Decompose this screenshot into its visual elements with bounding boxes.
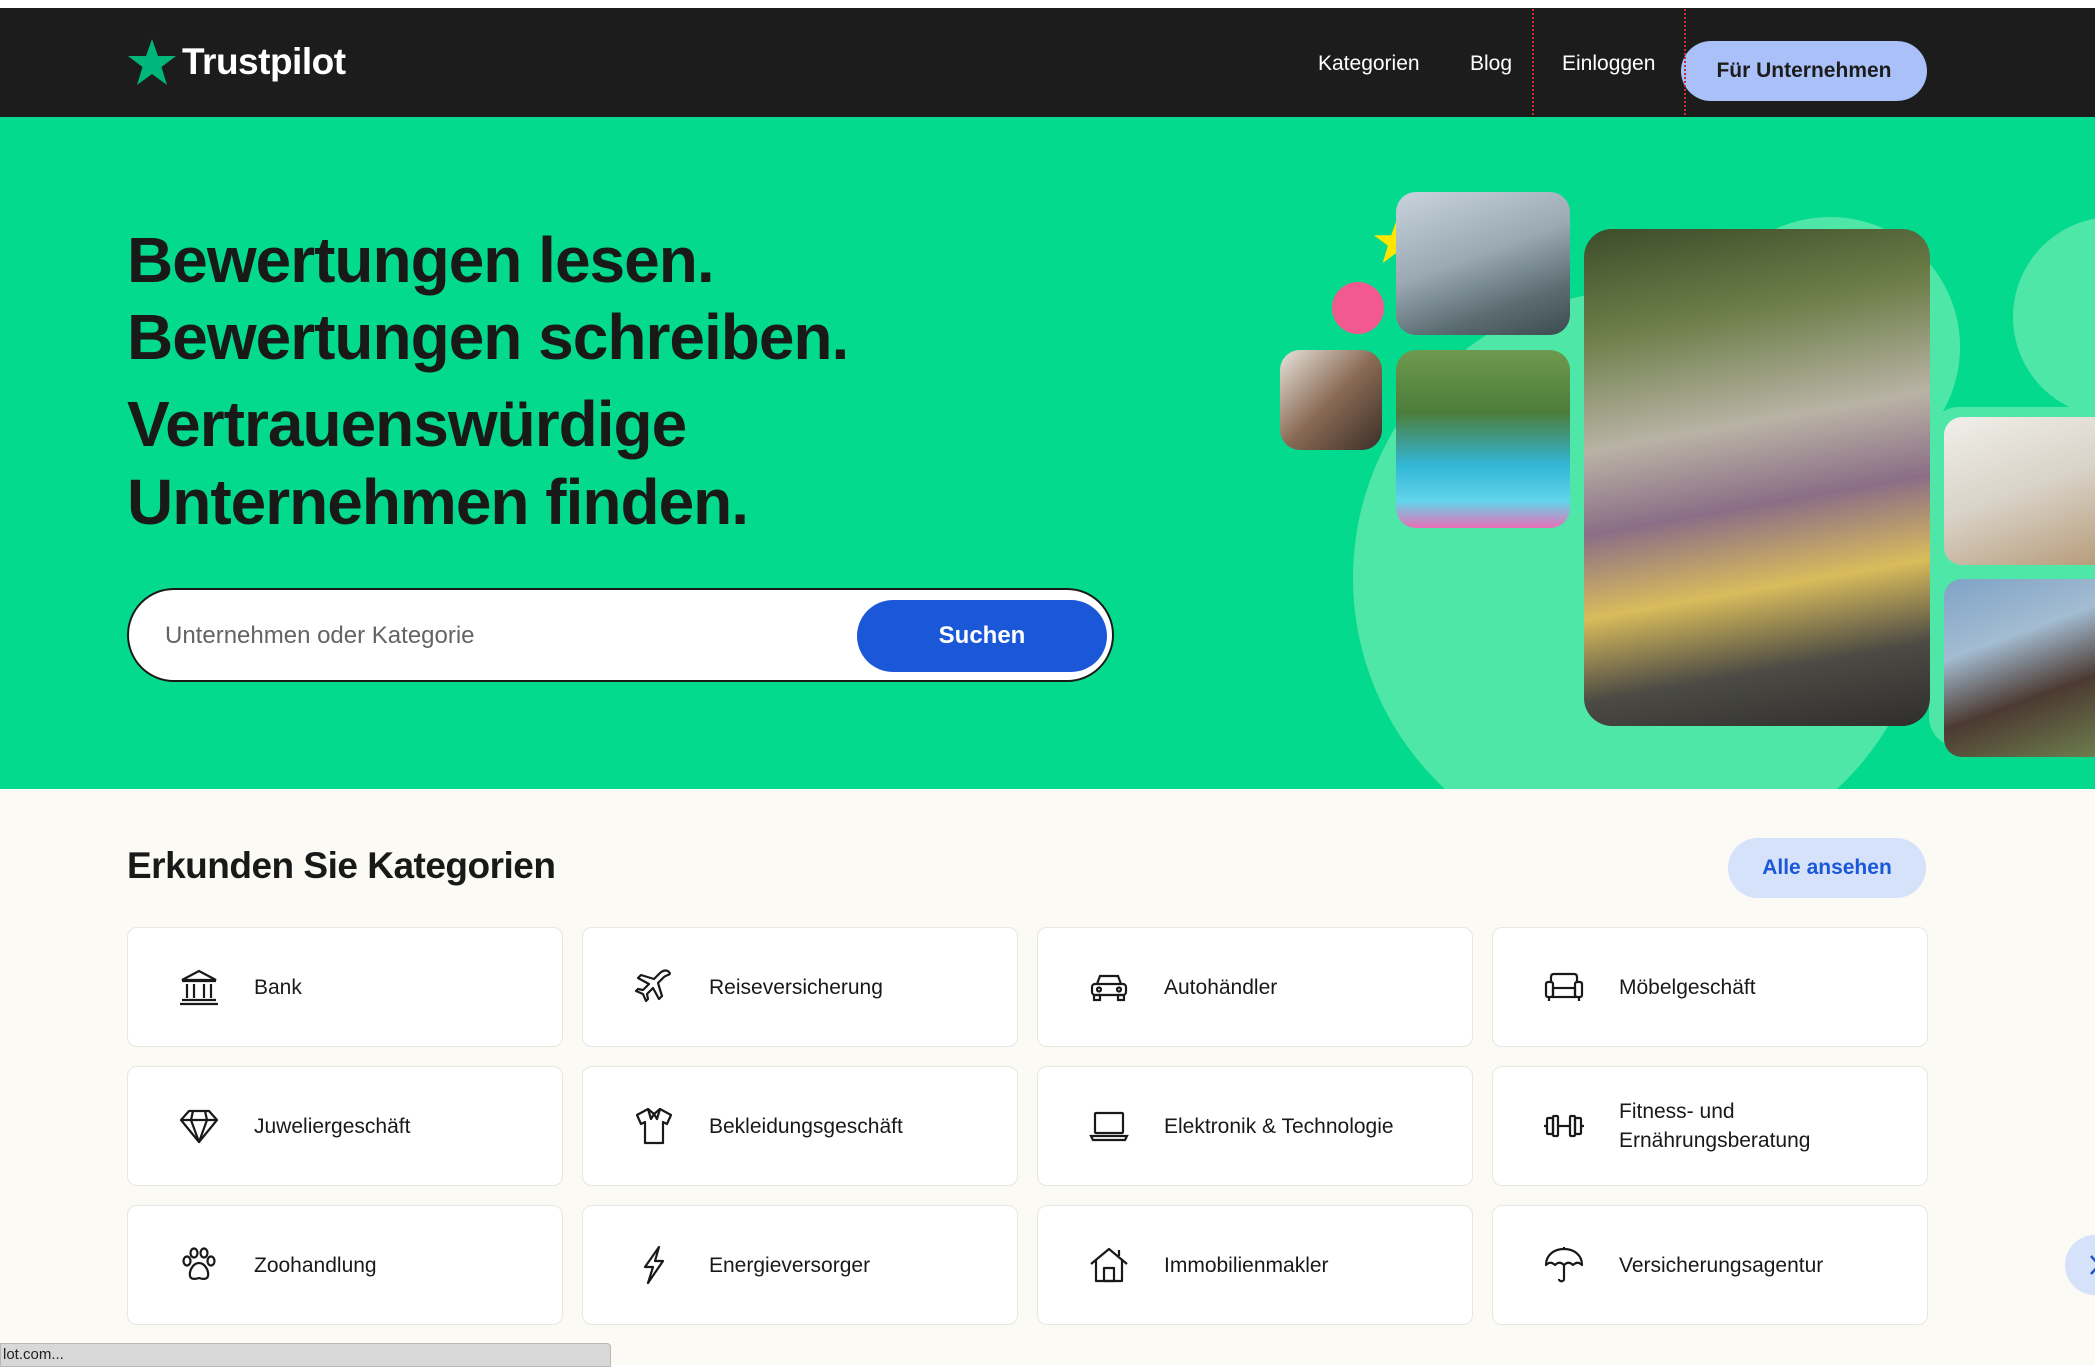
category-card-zoohandlung[interactable]: Zoohandlung bbox=[127, 1205, 563, 1325]
browser-status-bar: lot.com... bbox=[0, 1343, 611, 1367]
lightning-icon bbox=[643, 1245, 665, 1285]
category-card-versicherungsagentur[interactable]: Versicherungsagentur bbox=[1492, 1205, 1928, 1325]
category-card-fitness[interactable]: Fitness- und Ernährungsberatung bbox=[1492, 1066, 1928, 1186]
category-card-bank[interactable]: Bank bbox=[127, 927, 563, 1047]
search-bar: Suchen bbox=[127, 588, 1114, 682]
category-card-bekleidungsgeschaeft[interactable]: Bekleidungsgeschäft bbox=[582, 1066, 1018, 1186]
chevron-right-icon bbox=[2090, 1255, 2095, 1275]
pink-dot bbox=[1332, 282, 1384, 334]
category-label: Autohändler bbox=[1164, 975, 1278, 999]
category-label: Möbelgeschäft bbox=[1619, 975, 1756, 999]
category-card-autohaendler[interactable]: Autohändler bbox=[1037, 927, 1473, 1047]
logo-wordmark: Trustpilot bbox=[182, 41, 346, 82]
trustpilot-logo[interactable]: Trustpilot bbox=[126, 32, 346, 92]
sofa-icon bbox=[1544, 972, 1584, 1001]
category-card-juweliergeschaeft[interactable]: Juweliergeschäft bbox=[127, 1066, 563, 1186]
paw-icon bbox=[182, 1247, 216, 1280]
category-card-moebelgeschaeft[interactable]: Möbelgeschäft bbox=[1492, 927, 1928, 1047]
category-label: Immobilienmakler bbox=[1164, 1253, 1329, 1277]
category-label: Energieversorger bbox=[709, 1253, 871, 1277]
top-navbar: Trustpilot Kategorien Blog Einloggen Für… bbox=[0, 8, 2095, 117]
category-label: Juweliergeschäft bbox=[254, 1114, 411, 1138]
bank-icon bbox=[180, 969, 218, 1006]
category-card-immobilienmakler[interactable]: Immobilienmakler bbox=[1037, 1205, 1473, 1325]
category-label: Zoohandlung bbox=[254, 1253, 377, 1277]
view-all-button[interactable]: Alle ansehen bbox=[1728, 838, 1926, 898]
focus-outline bbox=[1532, 9, 1686, 123]
hero-headline-line-4: Unternehmen finden. bbox=[127, 466, 749, 538]
category-label: Elektronik & Technologie bbox=[1164, 1114, 1394, 1138]
categories-title: Erkunden Sie Kategorien bbox=[127, 845, 556, 886]
photo-video-call bbox=[1944, 417, 2095, 565]
nav-link-blog[interactable]: Blog bbox=[1470, 52, 1512, 76]
category-card-energieversorger[interactable]: Energieversorger bbox=[582, 1205, 1018, 1325]
photo-friends bbox=[1280, 350, 1382, 450]
diamond-icon bbox=[179, 1109, 219, 1144]
top-strip bbox=[0, 0, 2095, 8]
category-label: Bank bbox=[254, 975, 302, 999]
car-icon bbox=[1090, 974, 1128, 1002]
categories-section: Erkunden Sie Kategorien Alle ansehen Ban… bbox=[0, 789, 2095, 1365]
category-label: Bekleidungsgeschäft bbox=[709, 1114, 903, 1138]
shirt-icon bbox=[635, 1107, 673, 1145]
hero-headline-line-1: Bewertungen lesen. bbox=[127, 224, 715, 296]
category-label: Reiseversicherung bbox=[709, 975, 883, 999]
carousel-next-button[interactable] bbox=[2065, 1235, 2095, 1295]
airplane-icon bbox=[634, 969, 671, 1003]
nav-link-kategorien[interactable]: Kategorien bbox=[1318, 52, 1420, 76]
house-icon bbox=[1090, 1247, 1128, 1283]
hero-section: Bewertungen lesen. Bewertungen schreiben… bbox=[0, 117, 2095, 789]
photo-selfie bbox=[1944, 579, 2095, 757]
category-card-reiseversicherung[interactable]: Reiseversicherung bbox=[582, 927, 1018, 1047]
for-business-button[interactable]: Für Unternehmen bbox=[1681, 41, 1927, 101]
search-input[interactable] bbox=[163, 610, 947, 662]
dumbbell-icon bbox=[1544, 1114, 1584, 1138]
umbrella-icon bbox=[1544, 1247, 1584, 1283]
hero-headline-line-3: Vertrauenswürdige bbox=[127, 388, 687, 460]
photo-office bbox=[1396, 192, 1570, 335]
star-logo-icon bbox=[128, 39, 176, 85]
laptop-icon bbox=[1089, 1111, 1129, 1142]
category-label: Versicherungsagentur bbox=[1619, 1253, 1824, 1277]
search-button[interactable]: Suchen bbox=[857, 600, 1107, 672]
category-label: Fitness- und Ernährungsberatung bbox=[1619, 1100, 1811, 1152]
category-card-elektronik[interactable]: Elektronik & Technologie bbox=[1037, 1066, 1473, 1186]
photo-pool bbox=[1396, 350, 1570, 528]
photo-flower-shop bbox=[1584, 229, 1930, 726]
decorative-blob bbox=[2013, 217, 2095, 417]
hero-headline-line-2: Bewertungen schreiben. bbox=[127, 301, 849, 373]
